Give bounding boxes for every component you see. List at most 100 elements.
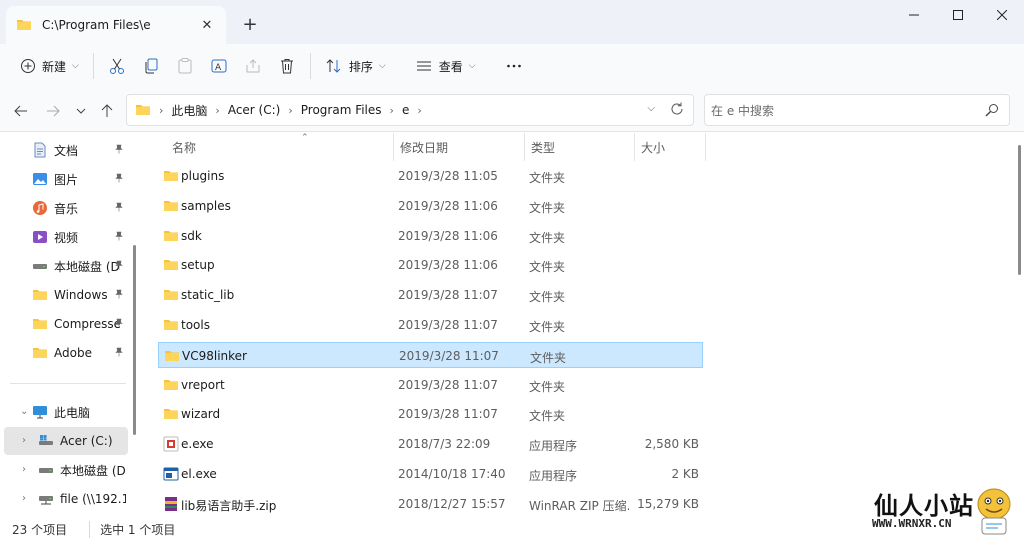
file-modified-date: 2019/3/28 11:07 bbox=[398, 288, 498, 303]
tab-close-icon[interactable]: ✕ bbox=[198, 16, 216, 34]
file-type: 文件夹 bbox=[529, 320, 566, 334]
pin-icon[interactable] bbox=[114, 347, 124, 357]
svg-text:A: A bbox=[215, 63, 222, 73]
file-row[interactable]: wizard 2019/3/28 11:07 文件夹 bbox=[158, 401, 703, 427]
close-button[interactable] bbox=[980, 0, 1024, 30]
sidebar-item-compressed[interactable]: Compressed bbox=[4, 310, 128, 338]
column-header-label: 名称 bbox=[172, 140, 197, 155]
file-type: 文件夹 bbox=[529, 290, 566, 305]
breadcrumb-program-files[interactable]: Program Files bbox=[301, 103, 382, 117]
scissors-icon bbox=[109, 58, 124, 74]
breadcrumb-separator: › bbox=[159, 103, 164, 117]
column-header-type[interactable]: 类型 bbox=[525, 133, 635, 161]
file-list-scrollbar[interactable] bbox=[1018, 145, 1021, 275]
address-bar[interactable]: › 此电脑 › Acer (C:) › Program Files › e › … bbox=[126, 94, 694, 126]
copy-button[interactable] bbox=[134, 50, 168, 82]
sidebar-item-local-disk-d[interactable]: 本地磁盘 (D:) bbox=[4, 252, 128, 280]
column-header-label: 类型 bbox=[531, 140, 556, 155]
file-name: samples bbox=[181, 198, 231, 213]
column-header-size[interactable]: 大小 bbox=[635, 133, 706, 161]
recent-locations-button[interactable] bbox=[70, 100, 92, 122]
pin-icon[interactable] bbox=[114, 202, 124, 212]
paste-button[interactable] bbox=[168, 50, 202, 82]
breadcrumb-acer-c[interactable]: Acer (C:) bbox=[228, 103, 281, 117]
sidebar-item-windows[interactable]: Windows bbox=[4, 281, 128, 309]
pin-icon[interactable] bbox=[114, 289, 124, 299]
file-row[interactable]: vreport 2019/3/28 11:07 文件夹 bbox=[158, 372, 703, 398]
sidebar-item-pictures[interactable]: 图片 bbox=[4, 165, 128, 193]
file-name: lib易语言助手.zip bbox=[181, 498, 277, 513]
sidebar-item-local-disk-d-pc[interactable]: › 本地磁盘 (D:) bbox=[4, 456, 128, 484]
delete-button[interactable] bbox=[270, 50, 304, 82]
sidebar-item-music[interactable]: 音乐 bbox=[4, 194, 128, 222]
folder-icon bbox=[164, 171, 178, 181]
new-button[interactable]: 新建 ⌵ bbox=[12, 50, 87, 82]
search-icon[interactable] bbox=[985, 103, 999, 117]
maximize-button[interactable] bbox=[936, 0, 980, 30]
sidebar-scrollbar[interactable] bbox=[133, 245, 136, 435]
file-type: 应用程序 bbox=[529, 469, 578, 483]
file-row[interactable]: static_lib 2019/3/28 11:07 文件夹 bbox=[158, 282, 703, 308]
sidebar-item-videos[interactable]: 视频 bbox=[4, 223, 128, 251]
plus-circle-icon bbox=[21, 59, 35, 73]
breadcrumb-separator: › bbox=[288, 103, 293, 117]
pin-icon[interactable] bbox=[114, 318, 124, 328]
file-row[interactable]: samples 2019/3/28 11:06 文件夹 bbox=[158, 193, 703, 219]
expand-chevron-icon[interactable]: › bbox=[22, 435, 26, 446]
file-row[interactable]: VC98linker 2019/3/28 11:07 文件夹 bbox=[158, 341, 703, 368]
column-header-date[interactable]: 修改日期 bbox=[394, 133, 525, 161]
minimize-button[interactable] bbox=[892, 0, 936, 30]
file-row[interactable]: sdk 2019/3/28 11:06 文件夹 bbox=[158, 223, 703, 249]
file-row[interactable]: plugins 2019/3/28 11:05 文件夹 bbox=[158, 163, 703, 189]
file-type: 文件夹 bbox=[529, 230, 566, 245]
column-header-name[interactable]: 名称 ⌃ bbox=[166, 133, 394, 161]
forward-button[interactable] bbox=[42, 100, 64, 122]
file-name: sdk bbox=[181, 228, 202, 243]
sidebar-item-acer-c[interactable]: › Acer (C:) bbox=[4, 427, 128, 455]
tab-program-files-e[interactable]: C:\Program Files\e ✕ bbox=[6, 6, 226, 44]
up-button[interactable] bbox=[96, 100, 118, 122]
watermark-title: 仙人小站 bbox=[874, 492, 974, 520]
file-row[interactable]: el.exe 2014/10/18 17:40 应用程序 2 KB bbox=[158, 461, 703, 487]
pin-icon[interactable] bbox=[114, 231, 124, 241]
pin-icon[interactable] bbox=[114, 144, 124, 154]
video-icon bbox=[33, 231, 47, 243]
sort-button[interactable]: 排序 ⌵ bbox=[317, 50, 394, 82]
file-row[interactable]: setup 2019/3/28 11:06 文件夹 bbox=[158, 252, 703, 278]
cut-button[interactable] bbox=[100, 50, 134, 82]
view-button[interactable]: 查看 ⌵ bbox=[407, 50, 484, 82]
sidebar-item-network-file[interactable]: › file (\\192.168 bbox=[4, 485, 128, 513]
new-tab-button[interactable]: + bbox=[240, 14, 260, 35]
address-dropdown-icon[interactable]: ⌵ bbox=[647, 103, 655, 114]
expand-chevron-icon[interactable]: › bbox=[22, 464, 26, 475]
breadcrumb-this-pc[interactable]: 此电脑 bbox=[171, 102, 207, 119]
rename-button[interactable]: A bbox=[202, 50, 236, 82]
sidebar-item-this-pc[interactable]: ⌄ 此电脑 bbox=[4, 398, 128, 426]
refresh-button[interactable] bbox=[669, 101, 685, 120]
breadcrumb-separator: › bbox=[215, 103, 220, 117]
file-type: 文件夹 bbox=[529, 171, 566, 185]
file-name: wizard bbox=[181, 407, 221, 422]
file-row[interactable]: lib易语言助手.zip 2018/12/27 15:57 WinRAR ZIP 压… bbox=[158, 491, 703, 517]
command-bar: 新建 ⌵ A 排序 ⌵ 查看 ⌵ bbox=[0, 44, 1024, 88]
divider bbox=[92, 53, 94, 79]
back-button[interactable] bbox=[10, 100, 32, 122]
folder-icon bbox=[164, 260, 178, 271]
sidebar-item-adobe[interactable]: Adobe bbox=[4, 339, 128, 367]
search-box[interactable] bbox=[704, 94, 1010, 126]
more-options-button[interactable] bbox=[497, 50, 531, 82]
sidebar-item-documents[interactable]: 文档 bbox=[4, 136, 128, 164]
folder-icon bbox=[164, 290, 178, 301]
file-row[interactable]: e.exe 2018/7/3 22:09 应用程序 2,580 KB bbox=[158, 431, 703, 457]
pin-icon[interactable] bbox=[114, 173, 124, 183]
file-row[interactable]: tools 2019/3/28 11:07 文件夹 bbox=[158, 312, 703, 338]
sidebar-item-label: 本地磁盘 (D:) bbox=[60, 463, 126, 478]
search-input[interactable] bbox=[711, 101, 971, 121]
folder-icon bbox=[33, 319, 47, 329]
expand-chevron-icon[interactable]: ⌄ bbox=[20, 406, 28, 417]
file-modified-date: 2019/3/28 11:05 bbox=[398, 169, 498, 183]
breadcrumb-e[interactable]: e bbox=[402, 103, 409, 117]
pin-icon[interactable] bbox=[114, 260, 124, 270]
share-button[interactable] bbox=[236, 50, 270, 82]
expand-chevron-icon[interactable]: › bbox=[22, 493, 26, 504]
